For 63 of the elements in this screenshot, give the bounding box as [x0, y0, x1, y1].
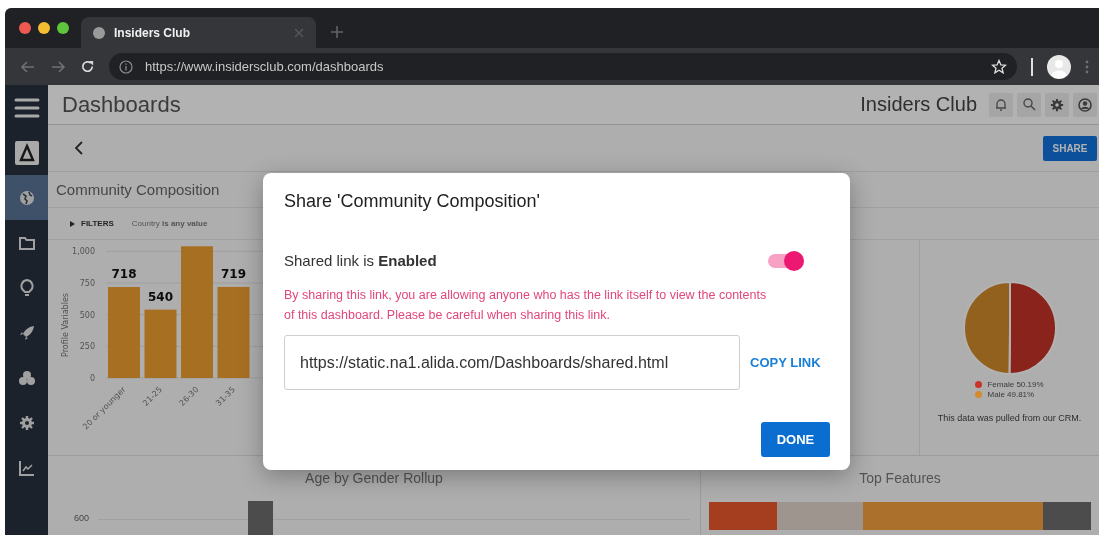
axis-title: Profile Variables — [61, 293, 70, 357]
panel-title: Top Features — [859, 470, 941, 486]
folder-icon — [18, 235, 35, 250]
lightbulb-icon — [19, 278, 34, 297]
minimize-window-icon[interactable] — [38, 22, 50, 34]
legend-label: Male 49.81% — [987, 390, 1035, 399]
axis-tick-label: 500 — [79, 310, 95, 320]
favicon-icon — [93, 26, 105, 39]
link-field[interactable]: https://static.na1.alida.com/Dashboards/shared.html — [284, 335, 740, 390]
reload-icon[interactable] — [80, 59, 95, 74]
axis-tick-label: 600 — [74, 513, 90, 523]
card-title: Community Composition — [56, 181, 220, 198]
axis-tick-label: 750 — [79, 279, 95, 288]
toggle-switch[interactable] — [768, 253, 802, 268]
copy-link-button[interactable]: COPY LINK — [746, 351, 825, 374]
back-chevron-icon[interactable] — [74, 140, 84, 156]
bar-chart-drawing — [248, 501, 273, 535]
search-button[interactable] — [1017, 92, 1041, 117]
bar — [144, 309, 177, 378]
cluster-icon — [17, 369, 36, 386]
done-button[interactable]: DONE — [761, 422, 830, 457]
close-window-icon[interactable] — [19, 22, 31, 34]
share-button[interactable]: SHARE — [1043, 135, 1097, 161]
avatar-icon[interactable] — [1047, 54, 1071, 79]
axis-tick-label: 0 — [89, 374, 95, 383]
axis-tick-label: 1,000 — [72, 247, 95, 257]
notifications-button[interactable] — [989, 92, 1013, 117]
page-title: Dashboards — [62, 91, 182, 118]
delta-logo-icon[interactable] — [14, 141, 39, 165]
line-chart-icon — [18, 459, 35, 476]
settings-icon — [1050, 97, 1064, 112]
forward-arrow-icon[interactable] — [50, 58, 66, 75]
more-menu-icon[interactable] — [1085, 59, 1089, 74]
bell-icon — [995, 98, 1007, 111]
filters-toggle[interactable]: FILTERS — [81, 219, 114, 228]
search-icon — [1022, 98, 1036, 111]
toggle-label: Shared link is Enabled — [284, 252, 437, 269]
settings-icon — [18, 414, 35, 431]
user-circle-icon — [1078, 97, 1092, 112]
rocket-icon — [18, 324, 35, 341]
bar-value-label: 718 — [111, 267, 137, 282]
address-field[interactable]: https://www.insidersclub.com/dashboards — [109, 53, 1017, 80]
brand-name: Insiders Club — [860, 93, 977, 116]
menu-icon[interactable] — [13, 97, 40, 119]
bar-value-label: 540 — [147, 289, 174, 304]
star-icon[interactable] — [991, 58, 1007, 75]
info-icon[interactable] — [119, 59, 133, 74]
chart-note: This data was pulled from our CRM. — [937, 413, 1082, 423]
axis-tick-label: 250 — [79, 342, 95, 352]
settings-button[interactable] — [1045, 92, 1069, 117]
warning-text: By sharing this link, you are allowing anyone who has the link itself to view the contents of this dashboard. Please be careful when sharing this link. — [284, 287, 768, 324]
bar-value-label: 719 — [220, 266, 247, 281]
legend-label: Female 50.19% — [987, 380, 1044, 389]
maximize-window-icon[interactable] — [57, 22, 69, 34]
sidebar-item[interactable] — [5, 175, 48, 220]
filter-description: Country is any value — [131, 219, 208, 228]
panel-title: Age by Gender Rollup — [305, 470, 443, 486]
dialog-title: Share 'Community Composition' — [284, 191, 541, 212]
caret-icon[interactable] — [70, 220, 75, 227]
globe-icon — [18, 189, 35, 206]
browser-tab[interactable]: Insiders Club — [81, 17, 316, 48]
back-arrow-icon[interactable] — [20, 58, 36, 75]
account-button[interactable] — [1073, 92, 1097, 117]
